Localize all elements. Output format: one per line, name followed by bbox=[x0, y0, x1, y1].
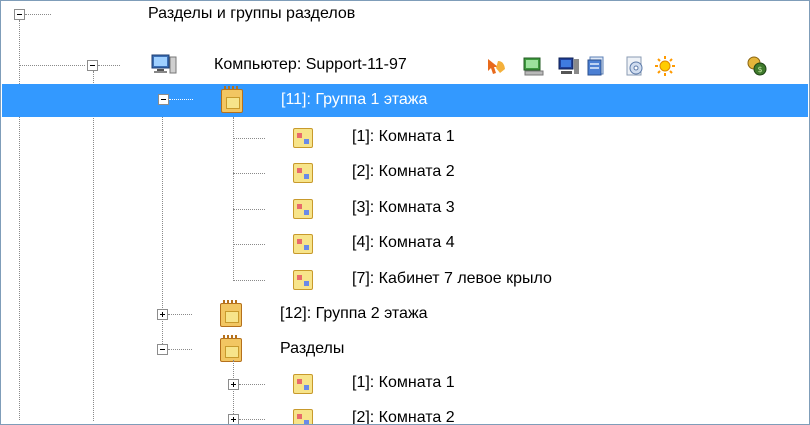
svg-text:$: $ bbox=[757, 65, 762, 74]
tree-connector bbox=[98, 65, 120, 66]
tree-connector bbox=[233, 244, 265, 245]
document-blue-icon[interactable] bbox=[586, 55, 608, 77]
room-icon bbox=[293, 199, 313, 219]
group-icon bbox=[220, 300, 242, 327]
room-label: [2]: Комната 2 bbox=[352, 163, 455, 180]
room-label: [1]: Комната 1 bbox=[352, 128, 455, 145]
group-2-expand-toggle[interactable] bbox=[157, 309, 168, 320]
tree-connector bbox=[239, 419, 265, 420]
tree-connector bbox=[168, 349, 192, 350]
arrow-hand-icon[interactable] bbox=[486, 55, 508, 77]
root-collapse-toggle[interactable] bbox=[14, 9, 25, 20]
tree-connector bbox=[25, 14, 51, 15]
tree-connector bbox=[239, 384, 265, 385]
tree-connector bbox=[19, 20, 20, 420]
room-icon bbox=[293, 163, 313, 183]
room-label: [3]: Комната 3 bbox=[352, 199, 455, 216]
disc-icon[interactable] bbox=[624, 55, 646, 77]
monitor-green-icon[interactable] bbox=[522, 55, 544, 77]
computer-label[interactable]: Компьютер: Support-11-97 bbox=[214, 55, 407, 75]
tree-row-group-1-selected[interactable]: [11]: Группа 1 этажа bbox=[2, 84, 808, 117]
tree-connector bbox=[233, 209, 265, 210]
tree-connector bbox=[93, 71, 94, 421]
tree-view[interactable]: Разделы и группы разделов Компьютер: Sup… bbox=[0, 0, 810, 425]
section-expand-toggle[interactable] bbox=[228, 414, 239, 424]
room-icon bbox=[293, 270, 313, 290]
room-icon bbox=[293, 234, 313, 254]
sun-icon[interactable] bbox=[654, 55, 676, 77]
tree-connector bbox=[233, 280, 265, 281]
group-1-collapse-toggle[interactable] bbox=[158, 94, 169, 105]
computer-collapse-toggle[interactable] bbox=[87, 60, 98, 71]
tree-root-label: Разделы и группы разделов bbox=[148, 5, 356, 22]
section-expand-toggle[interactable] bbox=[228, 379, 239, 390]
group-2-label: [12]: Группа 2 этажа bbox=[280, 305, 428, 322]
tree-connector bbox=[233, 138, 265, 139]
computer-blue-icon[interactable] bbox=[558, 55, 580, 77]
tree-connector bbox=[19, 65, 85, 66]
room-label: [1]: Комната 1 bbox=[352, 374, 455, 391]
room-icon bbox=[293, 128, 313, 148]
room-icon bbox=[293, 409, 313, 424]
group-icon bbox=[220, 335, 242, 362]
tree-connector bbox=[233, 173, 265, 174]
sections-label: Разделы bbox=[280, 340, 345, 357]
room-label: [7]: Кабинет 7 левое крыло bbox=[352, 270, 552, 287]
room-label: [2]: Комната 2 bbox=[352, 409, 455, 425]
group-1-label: [11]: Группа 1 этажа bbox=[281, 91, 428, 108]
computer-icon bbox=[151, 54, 177, 74]
coins-icon[interactable]: $ bbox=[746, 55, 768, 77]
room-icon bbox=[293, 374, 313, 394]
tree-connector bbox=[233, 117, 234, 281]
tree-connector bbox=[169, 99, 193, 100]
tree-connector bbox=[168, 314, 192, 315]
room-label: [4]: Комната 4 bbox=[352, 234, 455, 251]
group-icon bbox=[221, 86, 243, 113]
sections-collapse-toggle[interactable] bbox=[157, 344, 168, 355]
